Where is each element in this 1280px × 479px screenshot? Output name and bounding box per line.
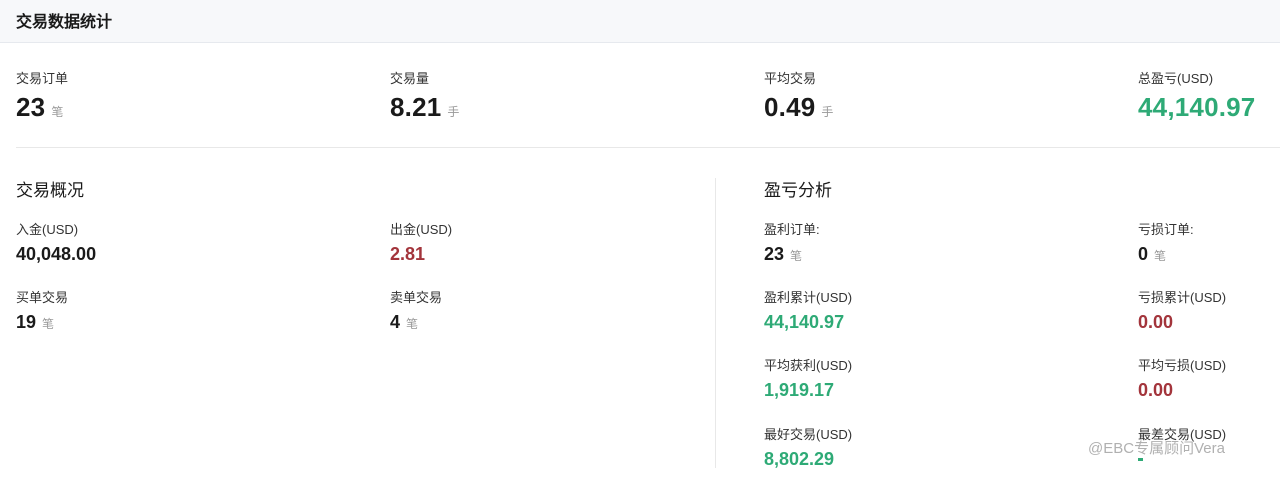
overview-title: 交易概况 (16, 181, 84, 200)
stat-volume-value: 8.21 (390, 92, 442, 122)
buy-value: 19 (16, 312, 37, 332)
profit-orders-unit: 笔 (790, 249, 803, 263)
stat-orders-label: 交易订单 (16, 71, 69, 86)
analysis-loss-orders: 亏损订单: 0笔 (1138, 219, 1194, 265)
page-title: 交易数据统计 (16, 14, 113, 31)
profit-total-label: 盈利累计(USD) (764, 290, 853, 305)
stat-orders: 交易订单 23 笔 (16, 68, 68, 123)
analysis-title: 盈亏分析 (764, 181, 832, 200)
overview-withdraw: 出金(USD) 2.81 (390, 219, 452, 265)
best-trade-label: 最好交易(USD) (764, 427, 853, 442)
avg-profit-label: 平均获利(USD) (764, 358, 853, 373)
profit-total-value: 44,140.97 (764, 312, 845, 332)
avg-loss-value: 0.00 (1138, 380, 1174, 400)
stat-total-pnl-label: 总盈亏(USD) (1138, 71, 1214, 86)
overview-deposit: 入金(USD) 40,048.00 (16, 219, 96, 265)
loss-orders-unit: 笔 (1154, 249, 1167, 263)
deposit-label: 入金(USD) (16, 222, 79, 237)
loss-orders-label: 亏损订单: (1138, 222, 1194, 237)
overview-buy: 买单交易 19 笔 (16, 287, 68, 333)
best-trade-value: 8,802.29 (764, 449, 835, 469)
analysis-loss-total: 亏损累计(USD) 0.00 (1138, 287, 1226, 333)
page-header: 交易数据统计 (0, 0, 1280, 43)
stat-average-unit: 手 (821, 105, 834, 119)
analysis-avg-loss: 平均亏损(USD) 0.00 (1138, 355, 1226, 401)
stat-orders-unit: 笔 (51, 105, 64, 119)
worst-trade-value-fragment (1138, 458, 1143, 461)
profit-orders-value: 23 (764, 244, 785, 264)
loss-total-label: 亏损累计(USD) (1138, 290, 1227, 305)
sell-value: 4 (390, 312, 401, 332)
section-divider (16, 147, 1280, 148)
stat-average: 平均交易 0.49 手 (764, 68, 833, 123)
analysis-avg-profit: 平均获利(USD) 1,919.17 (764, 355, 852, 401)
watermark-text: @EBC专属顾问Vera (1088, 440, 1225, 457)
profit-orders-label: 盈利订单: (764, 222, 820, 237)
overview-sell: 卖单交易 4笔 (390, 287, 442, 333)
sell-unit: 笔 (406, 317, 419, 331)
analysis-profit-orders: 盈利订单: 23 笔 (764, 219, 820, 265)
stat-average-value: 0.49 (764, 92, 816, 122)
buy-unit: 笔 (42, 317, 55, 331)
stat-orders-value: 23 (16, 92, 46, 122)
buy-label: 买单交易 (16, 290, 69, 305)
stat-average-label: 平均交易 (764, 71, 817, 86)
stat-volume-unit: 手 (447, 105, 460, 119)
stat-total-pnl-value: 44,140.97 (1138, 92, 1256, 122)
analysis-profit-total: 盈利累计(USD) 44,140.97 (764, 287, 852, 333)
withdraw-value: 2.81 (390, 244, 426, 264)
stat-total-pnl: 总盈亏(USD) 44,140.97 (1138, 68, 1255, 123)
column-divider (715, 178, 716, 468)
avg-loss-label: 平均亏损(USD) (1138, 358, 1227, 373)
loss-total-value: 0.00 (1138, 312, 1174, 332)
withdraw-label: 出金(USD) (390, 222, 453, 237)
sell-label: 卖单交易 (390, 290, 443, 305)
avg-profit-value: 1,919.17 (764, 380, 835, 400)
analysis-best-trade: 最好交易(USD) 8,802.29 (764, 424, 852, 470)
stat-volume: 交易量 8.21 手 (390, 68, 459, 123)
stat-volume-label: 交易量 (390, 71, 430, 86)
loss-orders-value: 0 (1138, 244, 1149, 264)
deposit-value: 40,048.00 (16, 244, 97, 264)
